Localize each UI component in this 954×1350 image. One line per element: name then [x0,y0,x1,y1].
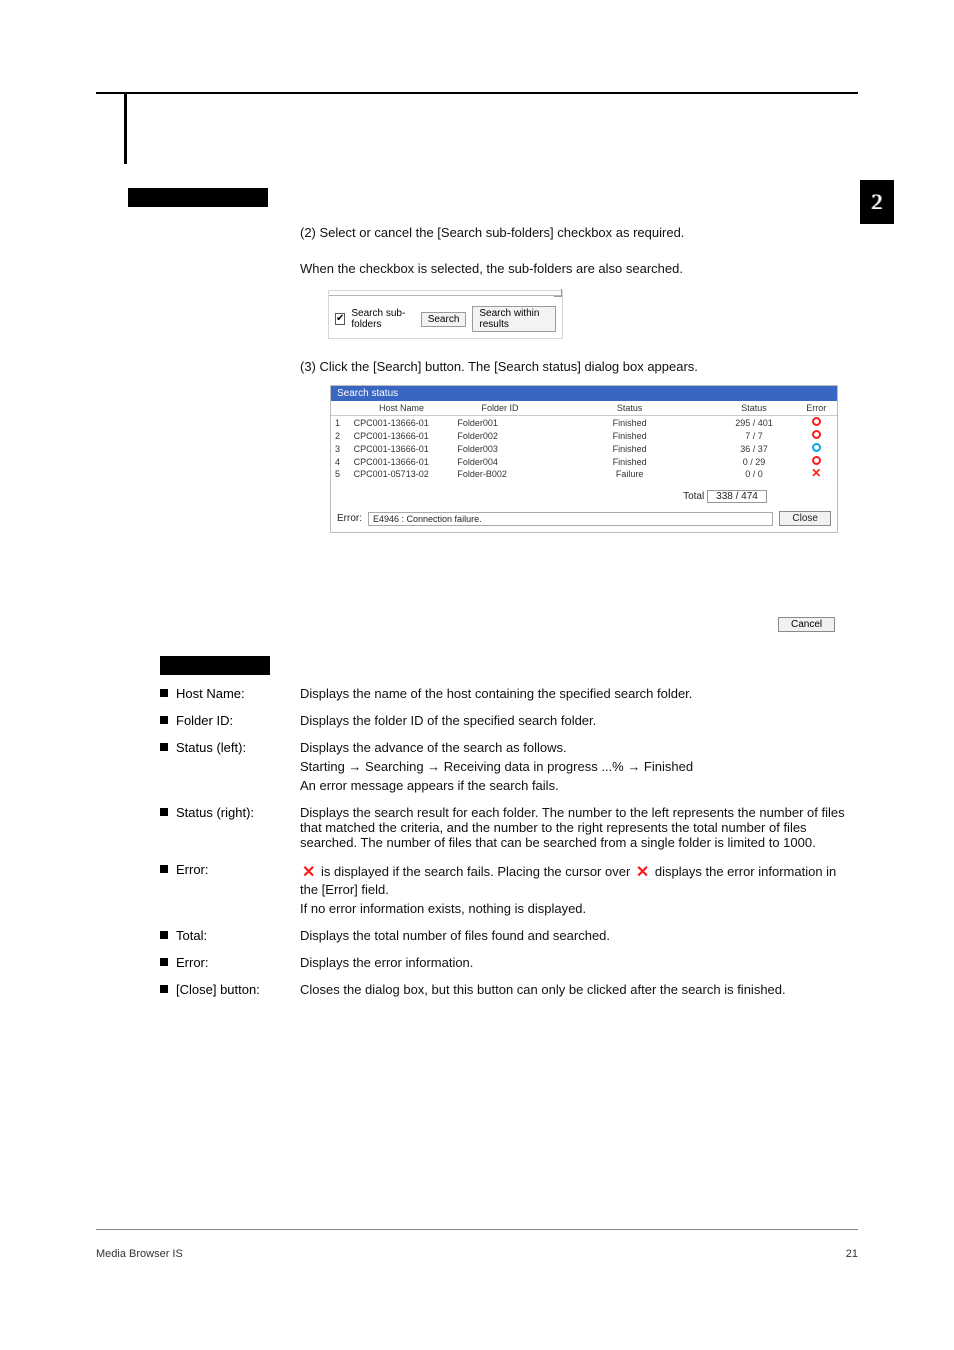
param-folder-id: Folder ID: [160,713,300,732]
col-status-right: Status [713,401,796,416]
table-row: 2CPC001-13666-01Folder002Finished7 / 7 [331,429,837,442]
footer-product: Media Browser IS [96,1248,183,1260]
col-error: Error [795,401,837,416]
footer-page-number: 21 [846,1248,858,1260]
list-item: Status (left): Displays the advance of t… [160,740,854,797]
param-error-field: Error: [160,955,300,974]
list-item: Error: Displays the error information. [160,955,854,974]
search-subfolders-checkbox[interactable]: ✔ [335,313,345,325]
table-row: 4CPC001-13666-01Folder004Finished0 / 29 [331,455,837,468]
figure-search-status-dialog: Search status Host Name Folder ID Status… [330,385,838,533]
param-total: Total: [160,928,300,947]
list-item: Error: ✕ is displayed if the search fail… [160,862,854,920]
error-x-icon: ✕ [634,864,651,881]
procedure-label-block [128,188,268,207]
error-label: Error: [337,513,362,524]
step-3-text: (3) Click the [Search] button. The [Sear… [300,358,854,377]
dialog-title: Search status [331,386,837,401]
page-bottom-rule [96,1229,858,1230]
status-ok-icon [812,443,821,452]
chapter-tab: 2 [860,180,894,224]
list-item: [Close] button: Closes the dialog box, b… [160,982,854,1001]
table-row: 3CPC001-13666-01Folder003Finished36 / 37 [331,442,837,455]
page-left-stub [124,94,127,164]
status-error-icon: ✕ [811,469,821,478]
col-status-left: Status [547,401,713,416]
list-item: Status (right): Displays the search resu… [160,805,854,854]
status-ok-icon [812,417,821,426]
error-x-icon: ✕ [300,864,317,881]
col-host-name: Host Name [350,401,454,416]
total-label: Total [683,491,704,502]
search-button[interactable]: Search [421,312,467,327]
parameters-label-block [160,656,270,675]
chapter-number: 2 [872,189,883,215]
error-field: E4946 : Connection failure. [368,512,773,526]
cancel-button[interactable]: Cancel [778,617,835,632]
table-row: 1CPC001-13666-01Folder001Finished295 / 4… [331,416,837,430]
status-ok-icon [812,430,821,439]
list-item: Host Name: Displays the name of the host… [160,686,854,705]
param-status-left: Status (left): [160,740,300,797]
page-top-rule [96,92,858,94]
search-within-results-button[interactable]: Search within results [472,306,556,332]
param-status-right: Status (right): [160,805,300,854]
step-2-text: (2) Select or cancel the [Search sub-fol… [300,224,854,243]
figure-search-subfolders: ✔ Search sub-folders Search Search withi… [328,290,563,339]
search-subfolders-label: Search sub-folders [351,308,414,330]
total-value: 338 / 474 [707,490,767,503]
param-error-icon: Error: [160,862,300,920]
close-button[interactable]: Close [779,511,831,526]
col-folder-id: Folder ID [453,401,546,416]
status-ok-icon [812,456,821,465]
param-host-name: Host Name: [160,686,300,705]
table-row: 5CPC001-05713-02Folder-B002Failure0 / 0✕ [331,468,837,480]
parameters-list: Host Name: Displays the name of the host… [160,686,854,1009]
param-close-button: [Close] button: [160,982,300,1001]
step-2-note: When the checkbox is selected, the sub-f… [300,260,854,279]
list-item: Folder ID: Displays the folder ID of the… [160,713,854,732]
list-item: Total: Displays the total number of file… [160,928,854,947]
search-status-table: Host Name Folder ID Status Status Error … [331,401,837,480]
